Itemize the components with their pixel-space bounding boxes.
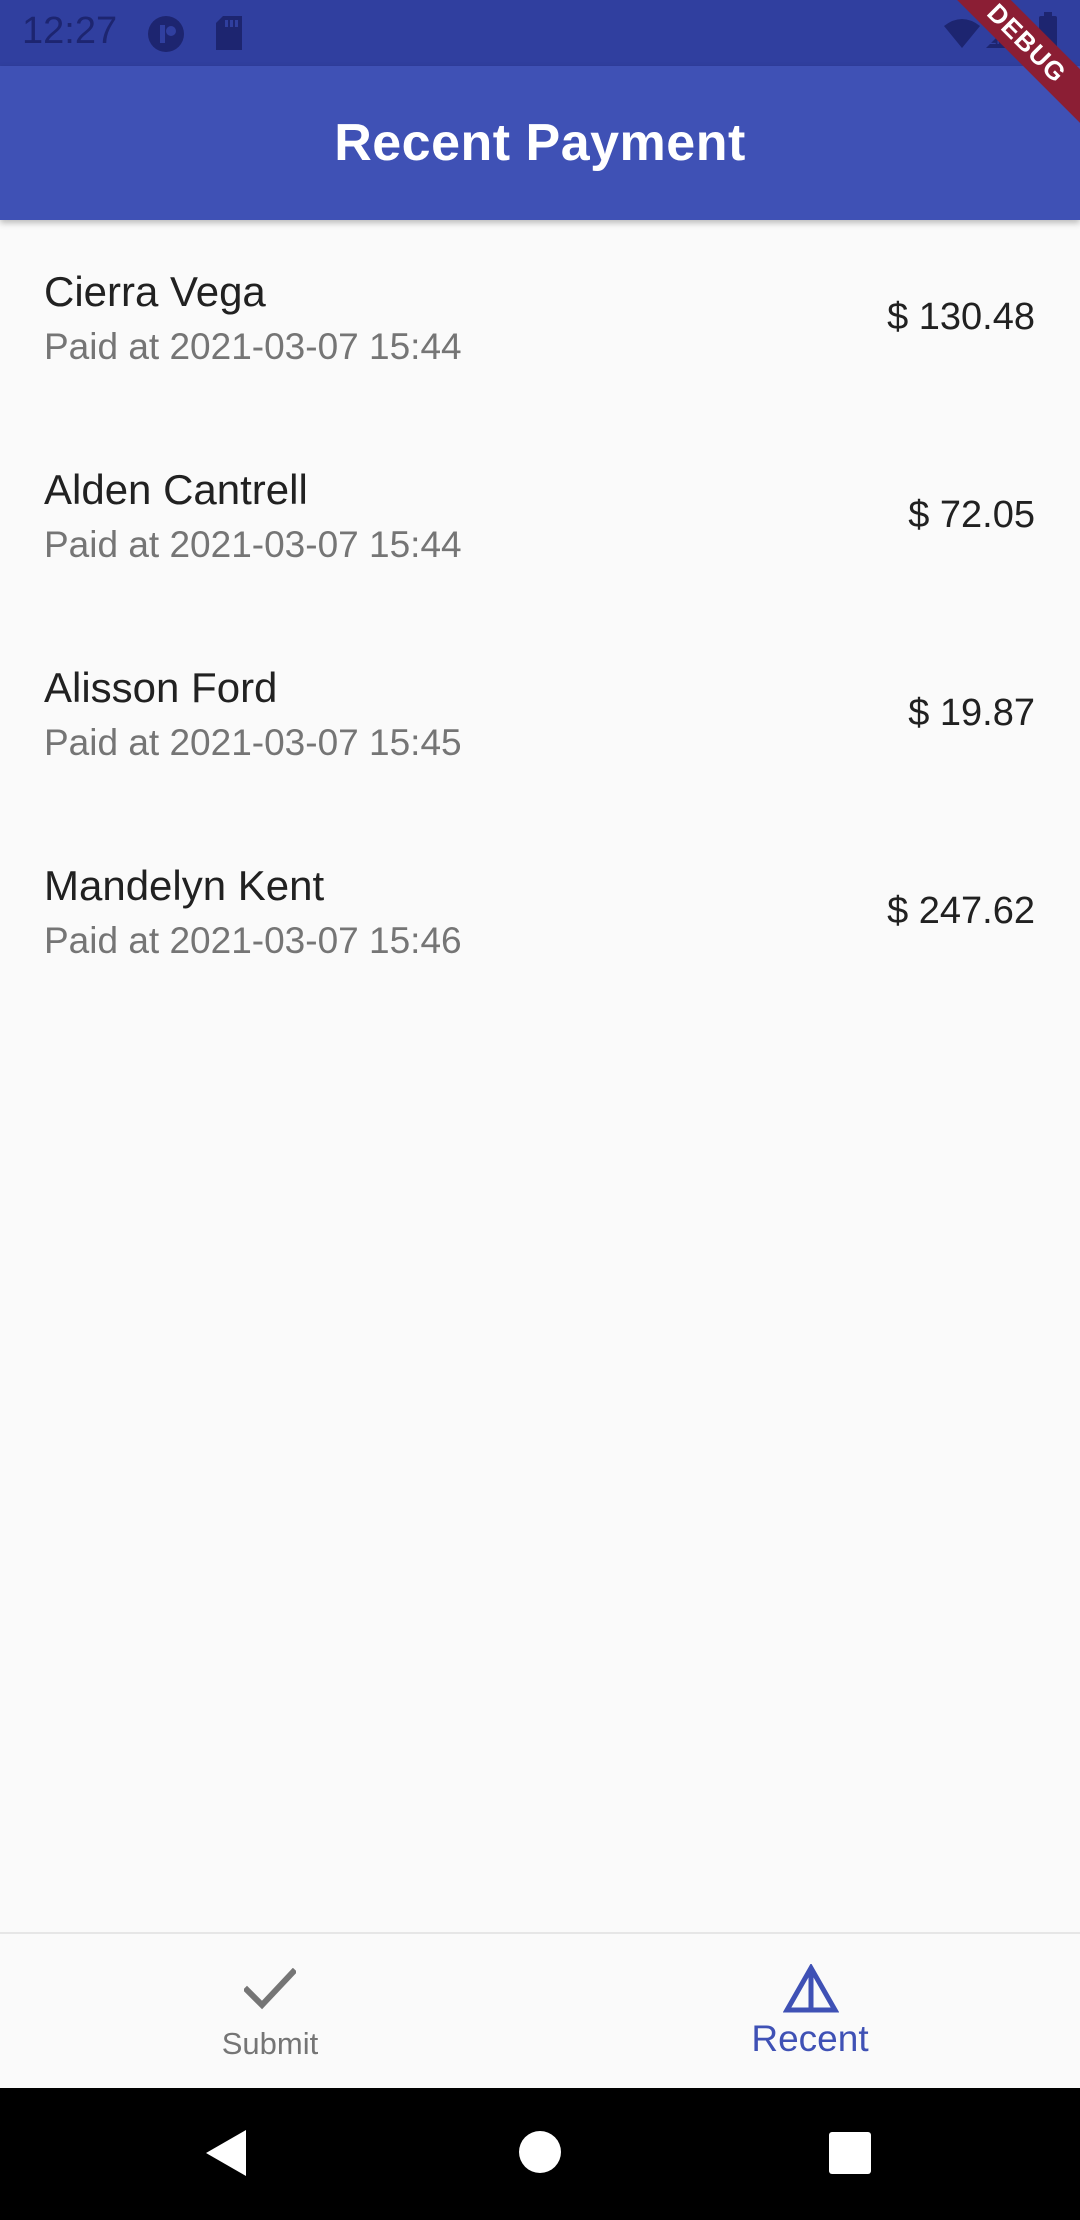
home-icon[interactable] bbox=[518, 2130, 562, 2179]
list-item[interactable]: Alisson Ford Paid at 2021-03-07 15:45 $ … bbox=[0, 616, 1080, 814]
recents-icon[interactable] bbox=[828, 2131, 872, 2180]
tab-submit-label: Submit bbox=[221, 2026, 319, 2061]
payer-name: Alden Cantrell bbox=[44, 466, 308, 513]
payer-name: Alisson Ford bbox=[44, 664, 278, 711]
payer-name: Cierra Vega bbox=[44, 268, 266, 315]
payment-amount: $ 19.87 bbox=[908, 692, 1035, 734]
payment-list: Cierra Vega Paid at 2021-03-07 15:44 $ 1… bbox=[0, 220, 1080, 1012]
app-bar: Recent Payment bbox=[0, 66, 1080, 220]
sd-card-icon bbox=[214, 14, 244, 57]
paid-at-text: Paid at 2021-03-07 15:46 bbox=[44, 920, 462, 961]
back-icon[interactable] bbox=[204, 2128, 248, 2183]
check-icon bbox=[242, 1967, 298, 2015]
paid-at-text: Paid at 2021-03-07 15:45 bbox=[44, 722, 462, 763]
status-time: 12:27 bbox=[22, 10, 118, 52]
tab-submit[interactable]: Submit bbox=[0, 1934, 540, 2090]
list-item[interactable]: Mandelyn Kent Paid at 2021-03-07 15:46 $… bbox=[0, 814, 1080, 1012]
wifi-icon bbox=[942, 16, 982, 55]
page-title: Recent Payment bbox=[334, 114, 746, 172]
payment-amount: $ 72.05 bbox=[908, 494, 1035, 536]
tab-recent[interactable]: Recent bbox=[540, 1934, 1080, 2090]
triangle-icon bbox=[782, 1962, 840, 2019]
paid-at-text: Paid at 2021-03-07 15:44 bbox=[44, 326, 462, 367]
list-item[interactable]: Alden Cantrell Paid at 2021-03-07 15:44 … bbox=[0, 418, 1080, 616]
list-item[interactable]: Cierra Vega Paid at 2021-03-07 15:44 $ 1… bbox=[0, 220, 1080, 418]
payment-amount: $ 247.62 bbox=[887, 890, 1035, 932]
system-nav-bar bbox=[0, 2088, 1080, 2220]
payment-amount: $ 130.48 bbox=[887, 296, 1035, 338]
status-bar: 12:27 LTE bbox=[0, 0, 1080, 66]
record-icon bbox=[146, 14, 186, 59]
paid-at-text: Paid at 2021-03-07 15:44 bbox=[44, 524, 462, 565]
bottom-nav: Submit Recent bbox=[0, 1932, 1080, 2090]
tab-recent-label: Recent bbox=[751, 2018, 869, 2059]
payer-name: Mandelyn Kent bbox=[44, 862, 325, 909]
